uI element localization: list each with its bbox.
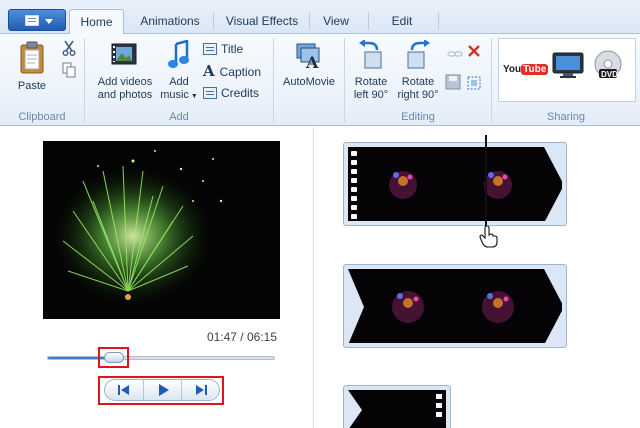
video-preview [43, 141, 280, 319]
copy-button[interactable] [62, 62, 76, 81]
clip-frames-image [348, 269, 562, 343]
application-menu-button[interactable] [8, 9, 66, 31]
film-photo-icon [111, 43, 137, 65]
chevron-down-icon [45, 19, 53, 24]
tab-separator [213, 12, 214, 30]
clip-thumbnail [348, 147, 562, 221]
playback-timecode: 01:47 / 06:15 [206, 330, 277, 344]
editing-group-label: Editing [401, 111, 435, 123]
rotate-right-icon [407, 39, 430, 69]
storyboard-pane [315, 127, 640, 428]
disk-icon [445, 74, 461, 90]
chevron-down-icon: ▼ [188, 93, 198, 100]
tab-edit[interactable]: Edit [372, 9, 432, 33]
add-music-label-2-text: music [160, 89, 189, 101]
automovie-button[interactable]: A AutoMovie [278, 40, 340, 89]
tab-separator [309, 12, 310, 30]
ribbon: Paste Clipboard Add videos and photos Ad… [0, 34, 640, 126]
add-music-button[interactable]: Add music ▼ [157, 39, 201, 103]
paste-button[interactable]: Paste [14, 40, 50, 93]
rotate-left-button[interactable]: Rotate left 90° [349, 39, 393, 102]
clip-frames-image [348, 147, 562, 221]
add-music-label-1: Add [169, 76, 189, 88]
automovie-group: A AutoMovie [274, 34, 344, 126]
title-label: Title [221, 42, 244, 56]
select-all-button[interactable] [467, 76, 481, 93]
sharing-gallery: You Tube DVD [498, 38, 636, 102]
caption-label: Caption [219, 65, 262, 79]
storyboard-clip[interactable] [343, 385, 451, 428]
snapshot-button[interactable] [445, 74, 461, 93]
firework-frame [389, 171, 417, 199]
close-icon [468, 45, 480, 57]
cut-button[interactable] [62, 40, 76, 59]
timeline-playhead[interactable] [485, 135, 487, 230]
credits-icon [203, 87, 217, 99]
youtube-button[interactable]: You Tube [503, 61, 549, 75]
link-icon [447, 51, 463, 57]
playback-controls-highlight [98, 376, 224, 405]
seek-bar[interactable] [47, 356, 275, 360]
storyboard-clip[interactable] [343, 264, 567, 348]
tab-separator [368, 12, 369, 30]
tab-separator [438, 12, 439, 30]
rotate-right-label-1: Rotate [401, 76, 435, 88]
rotate-right-label-2: right 90° [397, 89, 439, 101]
clip-frames-image [348, 390, 446, 428]
film-sprockets [350, 147, 359, 221]
tab-view[interactable]: View [314, 9, 358, 33]
credits-button[interactable]: Credits [203, 84, 259, 102]
main-content: 01:47 / 06:15 [0, 127, 640, 428]
add-videos-label: Add videos [97, 76, 153, 88]
clipboard-group: Paste Clipboard [0, 34, 84, 126]
rotate-left-icon [359, 39, 382, 69]
preview-pane: 01:47 / 06:15 [0, 127, 314, 428]
rotate-left-label-1: Rotate [354, 76, 388, 88]
title-icon [203, 43, 217, 55]
add-group: Add videos and photos Add music ▼ Title … [85, 34, 273, 126]
rotate-left-label-2: left 90° [353, 89, 389, 101]
hand-cursor-icon [479, 226, 498, 248]
fireworks-image [43, 141, 280, 319]
rotate-right-button[interactable]: Rotate right 90° [393, 39, 443, 102]
tab-home[interactable]: Home [69, 9, 124, 35]
ribbon-tab-strip: Home Animations Visual Effects View Edit [0, 0, 640, 35]
credits-label: Credits [221, 86, 260, 100]
seek-thumb-highlight [98, 347, 129, 368]
add-music-label-2: music ▼ [157, 89, 201, 103]
tab-visual-effects[interactable]: Visual Effects [218, 9, 306, 33]
storyboard-clip[interactable] [343, 142, 567, 226]
editing-group: Rotate left 90° Rotate right 90° Editing [345, 34, 491, 126]
monitor-button[interactable] [551, 51, 585, 82]
dvd-button[interactable]: DVD [593, 49, 623, 84]
music-note-icon [168, 39, 189, 68]
copy-icon [62, 62, 76, 78]
monitor-icon [552, 52, 584, 78]
clip-thumbnail [348, 390, 446, 428]
scissors-icon [62, 40, 76, 56]
clipboard-icon [20, 41, 44, 74]
tab-animations[interactable]: Animations [130, 9, 210, 33]
dvd-icon: DVD [594, 50, 622, 79]
clip-thumbnail [348, 269, 562, 343]
sharing-group-label: Sharing [547, 111, 585, 123]
dvd-text: DVD [601, 70, 618, 79]
clipboard-group-label: Clipboard [18, 111, 66, 123]
document-icon [25, 15, 39, 26]
add-videos-and-photos-button[interactable]: Add videos and photos [93, 40, 157, 102]
sharing-group: You Tube DVD Sharing [492, 34, 640, 126]
link-button[interactable] [447, 48, 463, 63]
select-all-icon [467, 76, 481, 90]
svg-text:A: A [305, 53, 319, 70]
remove-button[interactable] [467, 44, 481, 61]
add-group-label: Add [169, 111, 189, 123]
youtube-icon: You Tube [503, 64, 549, 75]
and-photos-label: and photos [97, 89, 153, 101]
title-button[interactable]: Title [203, 40, 243, 58]
automovie-icon: A [296, 43, 320, 72]
paste-label: Paste [17, 80, 47, 92]
caption-icon: A [203, 62, 215, 80]
automovie-label: AutoMovie [283, 76, 335, 88]
caption-button[interactable]: A Caption [203, 62, 261, 80]
